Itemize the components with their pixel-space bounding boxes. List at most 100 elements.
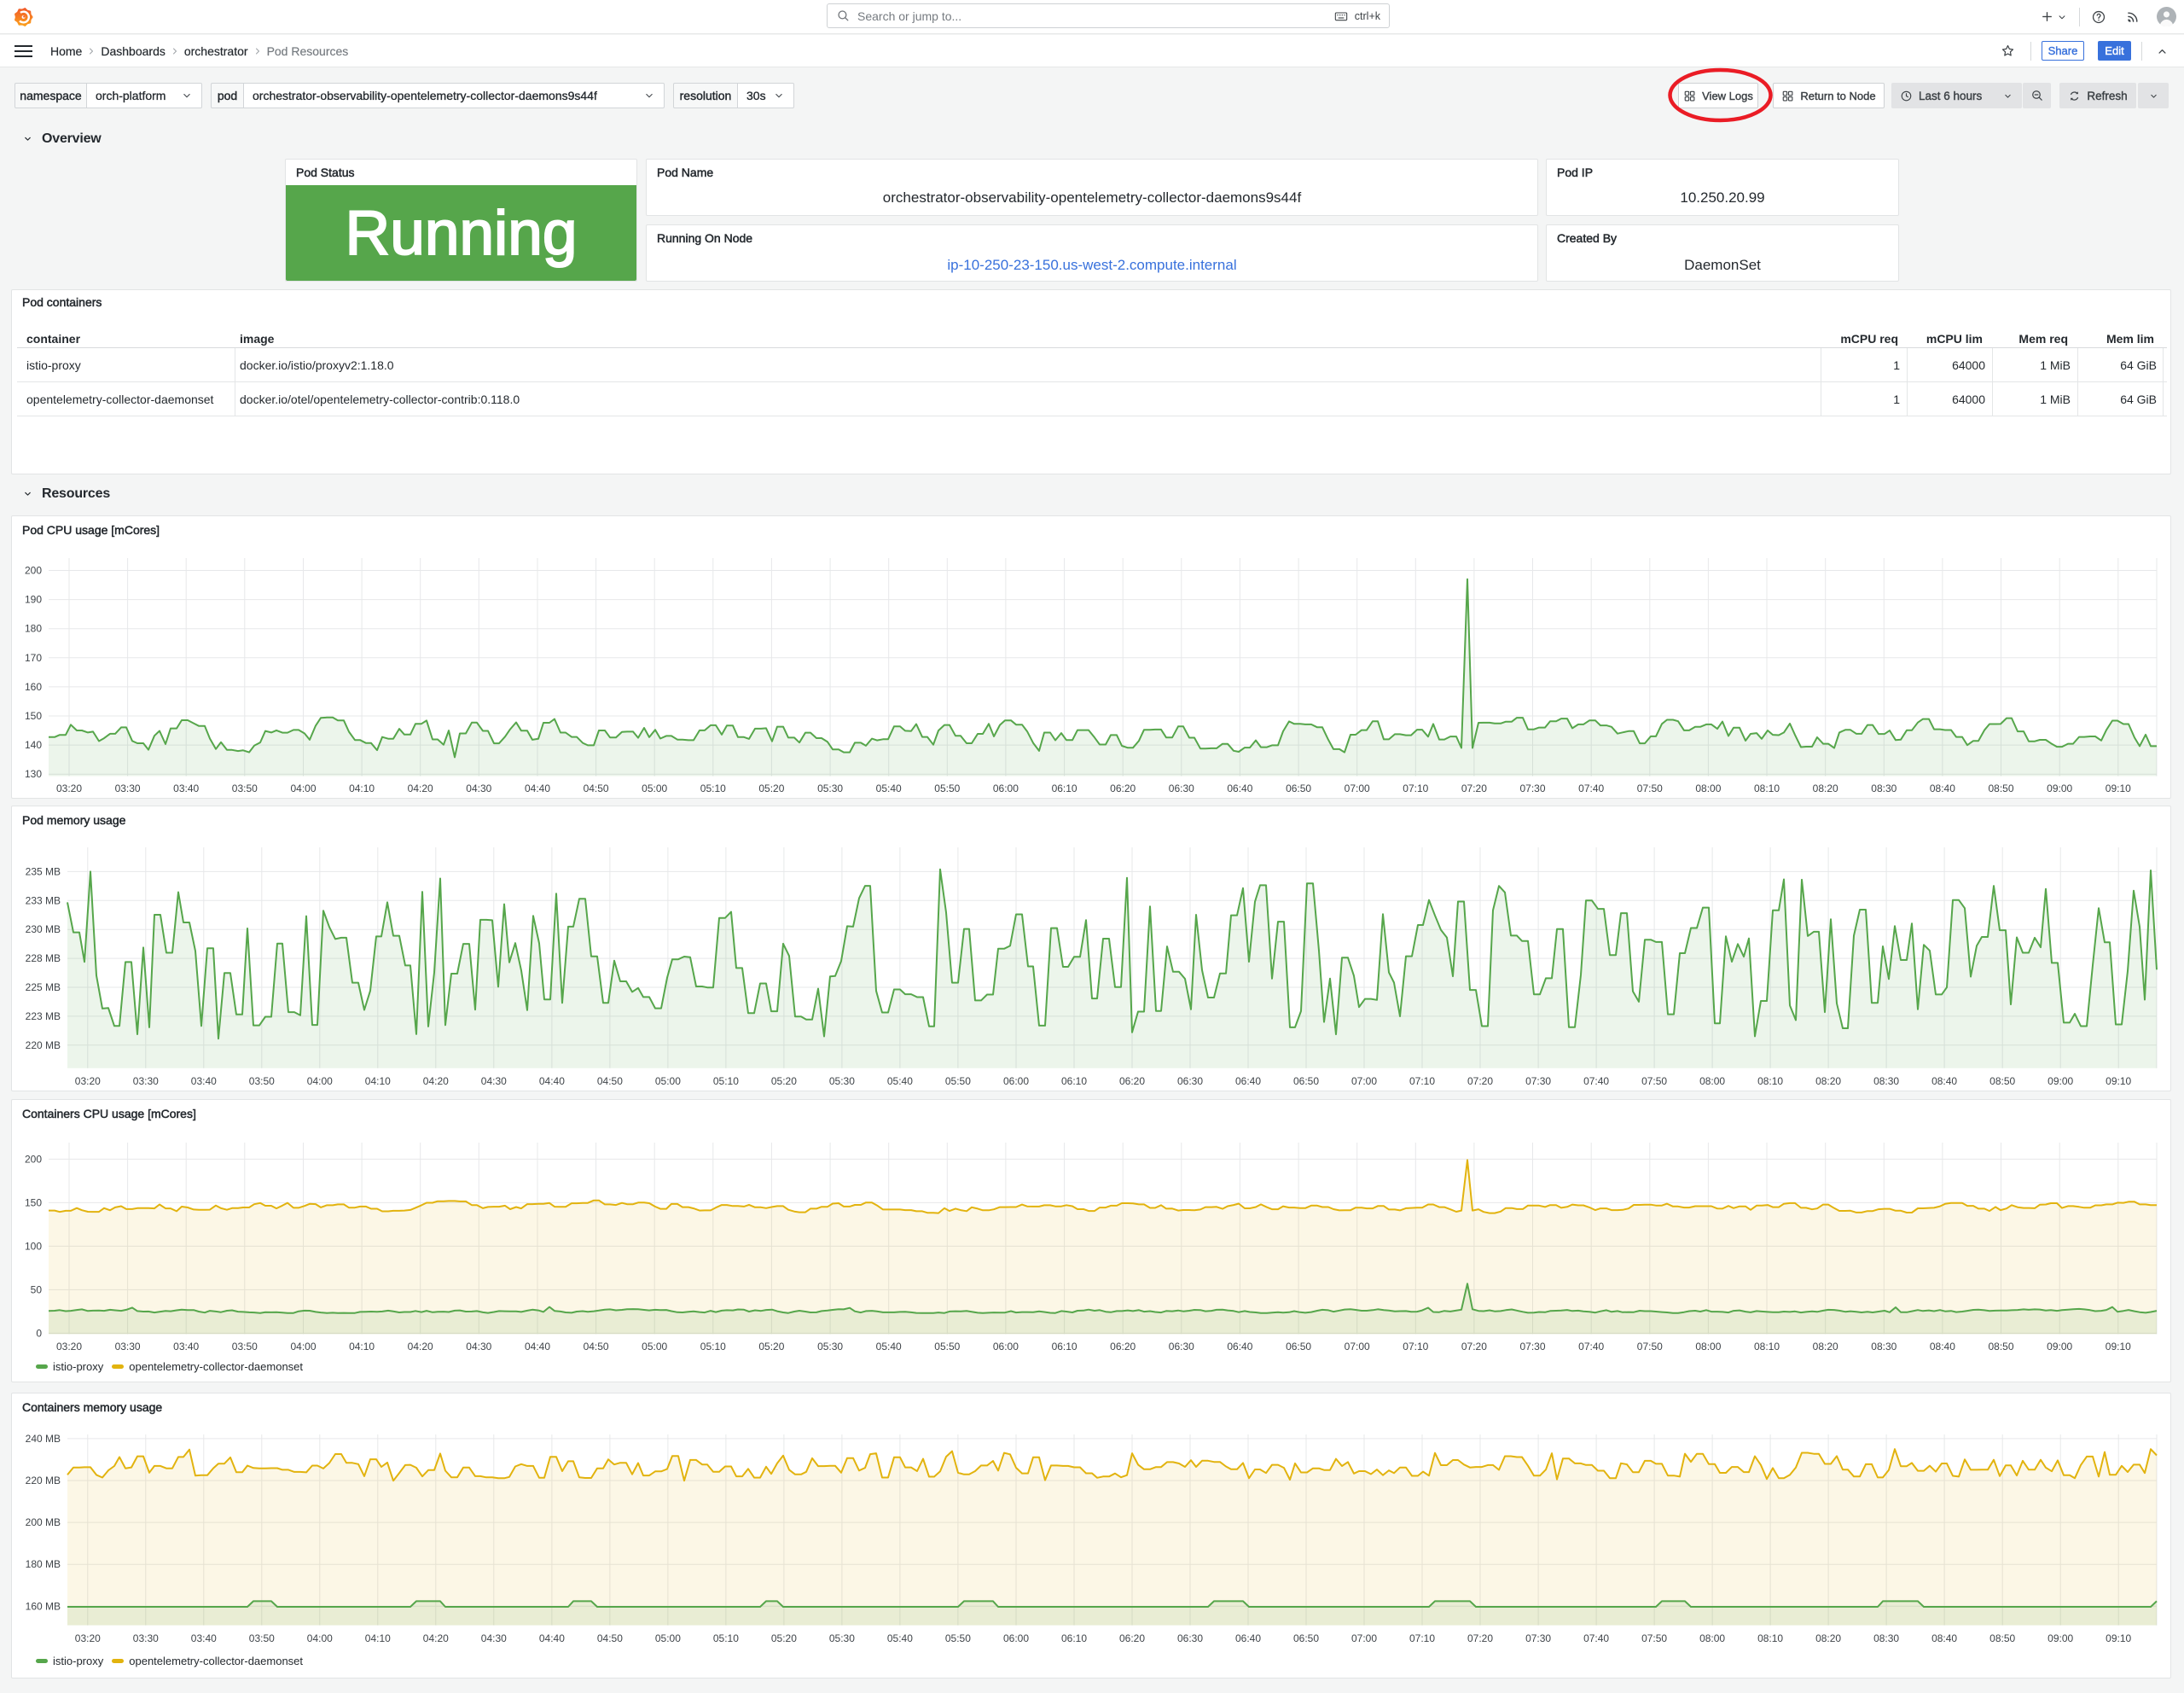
svg-text:04:50: 04:50 [597, 1632, 623, 1644]
svg-text:05:50: 05:50 [945, 1075, 971, 1087]
svg-text:05:40: 05:40 [876, 1341, 902, 1353]
svg-text:04:20: 04:20 [408, 1341, 433, 1353]
svg-text:04:40: 04:40 [525, 1341, 550, 1353]
svg-text:100: 100 [25, 1240, 42, 1252]
svg-text:09:10: 09:10 [2106, 1632, 2131, 1644]
svg-text:07:50: 07:50 [1641, 1075, 1667, 1087]
svg-text:03:50: 03:50 [232, 1341, 258, 1353]
svg-text:50: 50 [31, 1283, 43, 1295]
svg-text:08:20: 08:20 [1815, 1075, 1841, 1087]
svg-text:05:20: 05:20 [771, 1632, 797, 1644]
svg-text:04:00: 04:00 [307, 1075, 333, 1087]
svg-text:05:10: 05:10 [713, 1632, 739, 1644]
svg-text:03:50: 03:50 [232, 783, 258, 794]
svg-text:05:20: 05:20 [758, 783, 784, 794]
svg-text:04:10: 04:10 [365, 1632, 391, 1644]
svg-text:190: 190 [25, 594, 42, 606]
svg-text:225 MB: 225 MB [26, 981, 61, 993]
svg-text:06:20: 06:20 [1110, 1341, 1136, 1353]
svg-text:08:40: 08:40 [1931, 1075, 1957, 1087]
svg-text:07:00: 07:00 [1345, 783, 1370, 794]
svg-text:09:10: 09:10 [2106, 783, 2131, 794]
svg-text:04:30: 04:30 [481, 1075, 507, 1087]
svg-text:07:00: 07:00 [1345, 1341, 1370, 1353]
svg-text:06:10: 06:10 [1052, 783, 1077, 794]
svg-text:235 MB: 235 MB [26, 865, 61, 877]
svg-text:07:20: 07:20 [1461, 1341, 1487, 1353]
svg-text:08:50: 08:50 [1989, 1075, 2015, 1087]
svg-text:08:30: 08:30 [1873, 1632, 1899, 1644]
svg-text:180: 180 [25, 623, 42, 635]
svg-text:04:20: 04:20 [408, 783, 433, 794]
svg-text:08:20: 08:20 [1813, 783, 1838, 794]
svg-text:04:10: 04:10 [349, 1341, 375, 1353]
svg-text:220 MB: 220 MB [26, 1475, 61, 1486]
svg-text:06:50: 06:50 [1286, 1341, 1311, 1353]
svg-text:04:40: 04:40 [525, 783, 550, 794]
svg-text:08:30: 08:30 [1871, 783, 1896, 794]
svg-text:07:10: 07:10 [1409, 1075, 1435, 1087]
svg-text:03:50: 03:50 [249, 1632, 275, 1644]
svg-text:06:30: 06:30 [1169, 783, 1194, 794]
svg-text:04:20: 04:20 [423, 1075, 449, 1087]
svg-text:05:50: 05:50 [934, 1341, 960, 1353]
svg-text:170: 170 [25, 652, 42, 664]
svg-text:06:00: 06:00 [993, 783, 1019, 794]
svg-text:223 MB: 223 MB [26, 1010, 61, 1022]
svg-text:05:20: 05:20 [758, 1341, 784, 1353]
svg-text:0: 0 [36, 1327, 42, 1339]
svg-text:07:50: 07:50 [1641, 1632, 1667, 1644]
svg-text:08:50: 08:50 [1988, 1341, 2013, 1353]
svg-text:200 MB: 200 MB [26, 1516, 61, 1528]
svg-text:07:20: 07:20 [1467, 1075, 1493, 1087]
svg-text:07:50: 07:50 [1637, 1341, 1663, 1353]
svg-text:03:50: 03:50 [249, 1075, 275, 1087]
svg-text:09:00: 09:00 [2047, 783, 2072, 794]
svg-text:05:40: 05:40 [876, 783, 902, 794]
svg-text:03:30: 03:30 [133, 1632, 159, 1644]
svg-text:04:50: 04:50 [584, 783, 609, 794]
svg-text:04:30: 04:30 [466, 783, 491, 794]
svg-text:07:20: 07:20 [1467, 1632, 1493, 1644]
svg-text:06:10: 06:10 [1061, 1075, 1087, 1087]
svg-text:06:00: 06:00 [993, 1341, 1019, 1353]
svg-text:05:10: 05:10 [700, 1341, 726, 1353]
svg-text:150: 150 [25, 710, 42, 722]
svg-text:04:50: 04:50 [597, 1075, 623, 1087]
svg-text:07:30: 07:30 [1525, 1632, 1551, 1644]
svg-text:05:30: 05:30 [817, 783, 843, 794]
svg-text:03:20: 03:20 [75, 1632, 101, 1644]
svg-text:05:10: 05:10 [700, 783, 726, 794]
svg-text:150: 150 [25, 1196, 42, 1208]
svg-text:04:00: 04:00 [307, 1632, 333, 1644]
svg-text:03:20: 03:20 [56, 1341, 82, 1353]
svg-text:05:00: 05:00 [642, 1341, 667, 1353]
svg-text:160: 160 [25, 681, 42, 693]
svg-text:03:20: 03:20 [75, 1075, 101, 1087]
svg-text:06:20: 06:20 [1119, 1075, 1145, 1087]
svg-text:180 MB: 180 MB [26, 1558, 61, 1570]
svg-text:08:30: 08:30 [1873, 1075, 1899, 1087]
svg-text:05:50: 05:50 [934, 783, 960, 794]
svg-text:240 MB: 240 MB [26, 1433, 61, 1445]
svg-text:05:40: 05:40 [887, 1075, 913, 1087]
svg-text:03:20: 03:20 [56, 783, 82, 794]
svg-text:06:50: 06:50 [1286, 783, 1311, 794]
svg-text:06:30: 06:30 [1177, 1075, 1203, 1087]
svg-text:228 MB: 228 MB [26, 952, 61, 964]
svg-text:05:00: 05:00 [642, 783, 667, 794]
svg-text:06:30: 06:30 [1177, 1632, 1203, 1644]
svg-text:06:30: 06:30 [1169, 1341, 1194, 1353]
svg-text:06:40: 06:40 [1227, 1341, 1252, 1353]
svg-text:06:10: 06:10 [1061, 1632, 1087, 1644]
svg-text:06:00: 06:00 [1003, 1632, 1029, 1644]
svg-text:06:00: 06:00 [1003, 1075, 1029, 1087]
svg-text:09:00: 09:00 [2048, 1632, 2073, 1644]
svg-text:233 MB: 233 MB [26, 894, 61, 906]
svg-text:07:20: 07:20 [1461, 783, 1487, 794]
svg-text:06:10: 06:10 [1052, 1341, 1077, 1353]
svg-text:04:50: 04:50 [584, 1341, 609, 1353]
svg-text:05:30: 05:30 [817, 1341, 843, 1353]
svg-text:05:30: 05:30 [829, 1075, 855, 1087]
svg-text:07:10: 07:10 [1409, 1632, 1435, 1644]
